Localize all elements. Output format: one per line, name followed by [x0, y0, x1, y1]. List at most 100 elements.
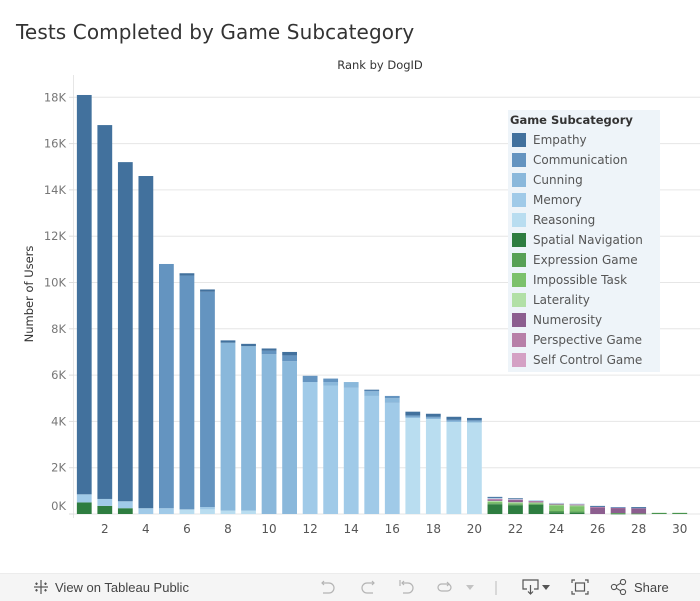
bar-stack-rank-22[interactable] [508, 498, 523, 514]
bar-segment-empathy[interactable] [241, 343, 256, 347]
bar-segment-empathy[interactable] [364, 389, 380, 391]
bar-segment-reasoning[interactable] [405, 417, 421, 514]
bar-segment-reasoning[interactable] [569, 503, 585, 505]
bar-segment-expression-game[interactable] [549, 510, 564, 513]
bar-segment-communication[interactable] [302, 375, 318, 383]
bar-stack-rank-15[interactable] [364, 389, 380, 514]
legend-item-empathy[interactable]: Empathy [512, 132, 587, 148]
legend-item-numerosity[interactable]: Numerosity [512, 312, 602, 328]
bar-stack-rank-19[interactable] [446, 416, 462, 514]
legend-item-laterality[interactable]: Laterality [512, 292, 590, 308]
bar-stack-rank-7[interactable] [200, 289, 215, 514]
share-button[interactable]: Share [610, 579, 669, 595]
bar-segment-laterality[interactable] [487, 500, 503, 502]
bar-stack-rank-28[interactable] [631, 507, 647, 515]
bar-stack-rank-14[interactable] [343, 382, 359, 514]
bar-segment-cunning[interactable] [425, 417, 441, 420]
bar-segment-cunning[interactable] [220, 342, 236, 511]
bar-segment-spatial-navigation[interactable] [569, 512, 585, 514]
bar-segment-empathy[interactable] [282, 351, 297, 356]
bar-segment-reasoning[interactable] [241, 510, 256, 514]
bar-segment-impossible-task[interactable] [569, 506, 585, 512]
bar-stack-rank-12[interactable] [302, 375, 318, 514]
bar-stack-rank-29[interactable] [651, 512, 667, 514]
bar-segment-empathy[interactable] [446, 416, 462, 420]
bar-stack-rank-1[interactable] [76, 94, 92, 514]
bar-segment-impossible-task[interactable] [549, 505, 564, 511]
bar-segment-expression-game[interactable] [508, 504, 523, 506]
bar-segment-empathy[interactable] [117, 162, 133, 502]
bar-segment-empathy[interactable] [487, 496, 503, 498]
bar-segment-cunning[interactable] [282, 361, 297, 514]
bar-segment-memory[interactable] [343, 387, 359, 514]
bar-segment-communication[interactable] [261, 350, 277, 355]
bar-segment-numerosity[interactable] [610, 507, 626, 514]
bar-segment-spatial-navigation[interactable] [508, 505, 523, 514]
bar-segment-memory[interactable] [117, 501, 133, 509]
bar-segment-laterality[interactable] [528, 502, 544, 504]
bar-segment-expression-game[interactable] [528, 504, 544, 505]
legend-item-spatial-navigation[interactable]: Spatial Navigation [512, 232, 643, 248]
bar-segment-expression-game[interactable] [487, 503, 503, 505]
bar-stack-rank-3[interactable] [117, 162, 133, 514]
bar-stack-rank-11[interactable] [282, 351, 297, 514]
bar-segment-memory[interactable] [138, 508, 154, 514]
bar-segment-cunning[interactable] [323, 382, 339, 386]
bar-segment-cunning[interactable] [343, 382, 359, 388]
bar-segment-reasoning[interactable] [446, 422, 462, 514]
fullscreen-button[interactable] [571, 579, 589, 595]
bar-stack-rank-25[interactable] [569, 503, 585, 514]
bar-segment-cunning[interactable] [467, 421, 482, 423]
bar-segment-empathy[interactable] [179, 273, 195, 276]
bar-segment-expression-game[interactable] [610, 513, 626, 514]
bar-segment-empathy[interactable] [200, 289, 215, 292]
revert-button[interactable] [398, 579, 416, 595]
refresh-button[interactable] [436, 579, 454, 595]
bar-segment-memory[interactable] [323, 385, 339, 514]
bar-segment-empathy[interactable] [405, 411, 421, 416]
bar-segment-numerosity[interactable] [631, 508, 647, 514]
bar-stack-rank-16[interactable] [384, 395, 400, 514]
bar-segment-empathy[interactable] [425, 413, 441, 417]
bar-segment-spatial-navigation[interactable] [549, 512, 564, 514]
bar-segment-self-control-game[interactable] [487, 498, 503, 500]
bar-segment-reasoning[interactable] [549, 502, 564, 504]
bar-segment-cunning[interactable] [405, 416, 421, 418]
bar-segment-expression-game[interactable] [672, 512, 688, 514]
bar-segment-impossible-task[interactable] [487, 501, 503, 504]
bar-segment-impossible-task[interactable] [508, 503, 523, 505]
bar-segment-memory[interactable] [200, 507, 215, 510]
legend-item-impossible-task[interactable]: Impossible Task [512, 272, 627, 288]
bar-segment-communication[interactable] [384, 395, 400, 399]
bar-segment-communication[interactable] [282, 355, 297, 362]
bar-segment-empathy[interactable] [97, 125, 113, 499]
bar-segment-spatial-navigation[interactable] [97, 505, 113, 514]
bar-segment-cunning[interactable] [384, 398, 400, 403]
bar-segment-communication[interactable] [425, 416, 441, 418]
bar-stack-rank-8[interactable] [220, 340, 236, 514]
bar-segment-reasoning[interactable] [179, 509, 195, 514]
bar-segment-numerosity[interactable] [590, 507, 605, 514]
bar-segment-spatial-navigation[interactable] [487, 504, 503, 514]
bar-segment-laterality[interactable] [549, 504, 564, 506]
legend-item-self-control-game[interactable]: Self Control Game [512, 352, 642, 368]
bar-segment-spatial-navigation[interactable] [528, 504, 544, 514]
bar-segment-laterality[interactable] [569, 505, 585, 507]
bar-segment-spatial-navigation[interactable] [117, 508, 133, 514]
bar-segment-communication[interactable] [405, 415, 421, 417]
legend-item-communication[interactable]: Communication [512, 152, 628, 168]
bar-stack-rank-5[interactable] [159, 263, 174, 514]
bar-segment-empathy[interactable] [467, 417, 482, 421]
bar-segment-communication[interactable] [323, 378, 339, 383]
bar-segment-expression-game[interactable] [569, 511, 585, 513]
bar-segment-reasoning[interactable] [467, 422, 482, 514]
bar-segment-empathy[interactable] [138, 176, 154, 509]
bar-segment-cunning[interactable] [364, 391, 380, 396]
bar-segment-empathy[interactable] [590, 505, 605, 507]
bar-segment-communication[interactable] [159, 263, 174, 509]
bar-segment-communication[interactable] [179, 275, 195, 510]
bar-segment-communication[interactable] [446, 419, 462, 421]
bar-stack-rank-13[interactable] [323, 378, 339, 514]
bar-segment-memory[interactable] [97, 498, 113, 506]
bar-segment-empathy[interactable] [631, 507, 647, 508]
